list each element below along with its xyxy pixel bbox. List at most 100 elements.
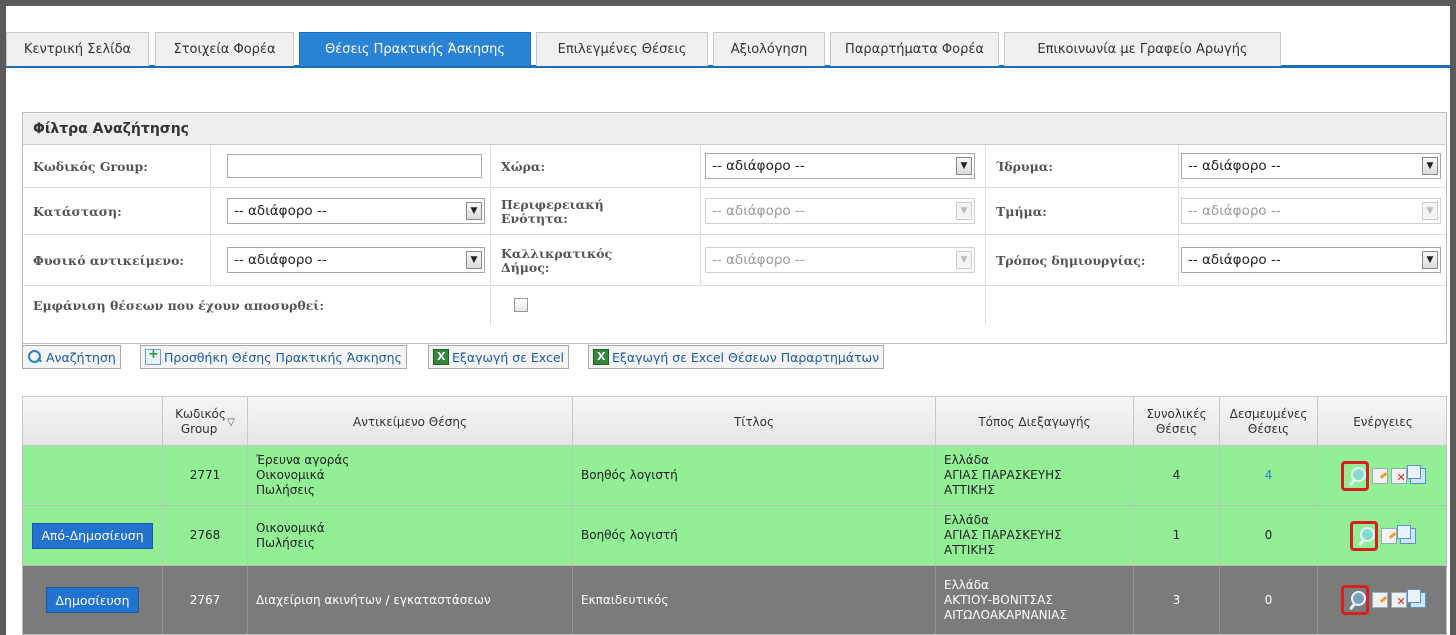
chevron-down-icon: ▼ — [466, 202, 482, 220]
total-cell: 4 — [1134, 446, 1220, 505]
group-code-cell: 2767 — [163, 566, 248, 634]
department-select-value: -- αδιάφορο -- — [1188, 203, 1281, 219]
search-button-label: Αναζήτηση — [46, 349, 116, 365]
department-label: Τμήμα: — [996, 203, 1047, 219]
regional-unit-label: Περιφερειακή Ενότητα: — [501, 196, 604, 226]
subject-cell: Έρευνα αγοράς Οικονομικά Πωλήσεις — [248, 446, 573, 505]
country-select[interactable]: -- αδιάφορο -- ▼ — [705, 153, 975, 179]
institution-select-value: -- αδιάφορο -- — [1188, 158, 1281, 174]
add-icon — [145, 347, 161, 365]
search-button[interactable]: Αναζήτηση — [22, 345, 121, 369]
copy-icon[interactable] — [1397, 524, 1416, 544]
copy-icon[interactable] — [1406, 589, 1426, 608]
header-status — [23, 397, 163, 447]
location-cell: Ελλάδα ΑΓΙΑΣ ΠΑΡΑΣΚΕΥΗΣ ΑΤΤΙΚΗΣ — [936, 446, 1134, 505]
show-withdrawn-checkbox[interactable] — [514, 298, 528, 312]
tab-internship-positions[interactable]: Θέσεις Πρακτικής Άσκησης — [299, 32, 531, 66]
location-cell: Ελλάδα ΑΓΙΑΣ ΠΑΡΑΣΚΕΥΗΣ ΑΤΤΙΚΗΣ — [936, 506, 1134, 565]
tab-organization-branches[interactable]: Παραρτήματα Φορέα — [830, 32, 999, 66]
header-reserved: Δεσμευμένες Θέσεις — [1220, 397, 1318, 447]
subject-cell: Διαχείριση ακινήτων / εγκαταστάσεων — [248, 566, 573, 634]
department-select[interactable]: -- αδιάφορο -- ▼ — [1181, 198, 1441, 224]
group-code-input[interactable] — [227, 154, 482, 178]
view-icon[interactable] — [1340, 460, 1369, 491]
tab-helpdesk-contact[interactable]: Επικοινωνία με Γραφείο Αρωγής — [1004, 32, 1281, 66]
tab-selected-positions[interactable]: Επιλεγμένες Θέσεις — [536, 32, 708, 66]
export-annex-excel-button[interactable]: Εξαγωγή σε Excel Θέσεων Παραρτημάτων — [588, 345, 885, 369]
table-row: Δημοσίευση 2767 Διαχείριση ακινήτων / εγ… — [22, 566, 1447, 635]
institution-select[interactable]: -- αδιάφορο -- ▼ — [1181, 153, 1441, 179]
regional-unit-select[interactable]: -- αδιάφορο -- ▼ — [705, 198, 975, 224]
excel-icon — [593, 349, 609, 365]
unpublish-button[interactable]: Από-Δημοσίευση — [32, 522, 153, 549]
search-filters-panel: Φίλτρα Αναζήτησης Κωδικός Group: Χώρα: -… — [22, 112, 1447, 344]
title-cell: Εκπαιδευτικός — [573, 566, 936, 634]
title-cell: Βοηθός λογιστή — [573, 446, 936, 505]
chevron-down-icon: ▼ — [1422, 251, 1438, 269]
chevron-down-icon: ▼ — [956, 157, 972, 175]
header-subject: Αντικείμενο Θέσης — [248, 397, 573, 447]
status-select[interactable]: -- αδιάφορο -- ▼ — [227, 198, 485, 224]
export-excel-button-label: Εξαγωγή σε Excel — [452, 349, 565, 365]
reserved-cell: 0 — [1220, 566, 1318, 634]
reserved-cell: 0 — [1220, 506, 1318, 565]
delete-icon[interactable] — [1390, 592, 1407, 609]
add-position-button[interactable]: Προσθήκη Θέσης Πρακτικής Άσκησης — [140, 345, 407, 369]
total-cell: 1 — [1134, 506, 1220, 565]
table-row: Από-Δημοσίευση 2768 Οικονομικά Πωλήσεις … — [22, 506, 1447, 566]
reserved-cell[interactable]: 4 — [1220, 446, 1318, 505]
edit-icon[interactable] — [1381, 527, 1397, 544]
status-cell: Δημοσίευση — [23, 566, 163, 634]
main-tabs: Κεντρική Σελίδα Στοιχεία Φορέα Θέσεις Πρ… — [6, 32, 1450, 68]
institution-label: Ίδρυμα: — [996, 158, 1053, 174]
chevron-down-icon: ▼ — [956, 202, 972, 220]
view-icon[interactable] — [1350, 520, 1378, 551]
tab-home[interactable]: Κεντρική Σελίδα — [6, 32, 149, 66]
creation-method-select-value: -- αδιάφορο -- — [1188, 252, 1281, 268]
show-withdrawn-label: Εμφάνιση θέσεων που έχουν αποσυρθεί: — [33, 298, 324, 313]
filter-row: Κωδικός Group: Χώρα: -- αδιάφορο -- ▼ Ίδ… — [23, 146, 1446, 188]
filters-title: Φίλτρα Αναζήτησης — [23, 113, 1446, 145]
status-label: Κατάσταση: — [33, 203, 122, 219]
tab-organization-info[interactable]: Στοιχεία Φορέα — [155, 32, 294, 66]
location-cell: Ελλάδα ΑΚΤΙΟΥ-ΒΟΝΙΤΣΑΣ ΑΙΤΩΛΟΑΚΑΡΝΑΝΙΑΣ — [936, 566, 1134, 634]
filter-row: Φυσικό αντικείμενο: -- αδιάφορο -- ▼ Καλ… — [23, 236, 1446, 286]
total-cell: 3 — [1134, 566, 1220, 634]
title-cell: Βοηθός λογιστή — [573, 506, 936, 565]
tab-evaluation[interactable]: Αξιολόγηση — [713, 32, 825, 66]
table-row: 2771 Έρευνα αγοράς Οικονομικά Πωλήσεις Β… — [22, 446, 1447, 506]
edit-icon[interactable] — [1371, 592, 1388, 608]
physical-object-select[interactable]: -- αδιάφορο -- ▼ — [227, 247, 485, 273]
municipality-select[interactable]: -- αδιάφορο -- ▼ — [705, 247, 975, 273]
sort-desc-icon[interactable]: ▽ — [227, 415, 235, 430]
chevron-down-icon: ▼ — [1422, 202, 1438, 220]
excel-icon — [433, 349, 449, 365]
header-group-code[interactable]: Κωδικός Group ▽ — [163, 397, 248, 447]
copy-icon[interactable] — [1406, 464, 1426, 484]
filter-row: Κατάσταση: -- αδιάφορο -- ▼ Περιφερειακή… — [23, 189, 1446, 235]
filter-row: Εμφάνιση θέσεων που έχουν αποσυρθεί: — [23, 287, 1446, 325]
municipality-select-value: -- αδιάφορο -- — [712, 252, 805, 268]
regional-unit-select-value: -- αδιάφορο -- — [712, 203, 805, 219]
header-total: Συνολικές Θέσεις — [1134, 397, 1220, 447]
creation-method-select[interactable]: -- αδιάφορο -- ▼ — [1181, 247, 1441, 273]
actions-cell — [1318, 446, 1448, 505]
chevron-down-icon: ▼ — [1422, 157, 1438, 175]
group-code-cell: 2771 — [163, 446, 248, 505]
delete-icon[interactable] — [1390, 467, 1407, 485]
export-excel-button[interactable]: Εξαγωγή σε Excel — [428, 345, 570, 369]
add-position-button-label: Προσθήκη Θέσης Πρακτικής Άσκησης — [164, 349, 402, 365]
chevron-down-icon: ▼ — [956, 251, 972, 269]
group-code-label: Κωδικός Group: — [33, 158, 148, 174]
view-icon[interactable] — [1340, 585, 1369, 615]
positions-table: Κωδικός Group ▽ Αντικείμενο Θέσης Τίτλος… — [22, 396, 1447, 635]
search-icon — [27, 349, 43, 365]
creation-method-label: Τρόπος δημιουργίας: — [996, 252, 1146, 268]
group-code-cell: 2768 — [163, 506, 248, 565]
status-select-value: -- αδιάφορο -- — [234, 203, 327, 219]
header-actions: Ενέργειες — [1353, 414, 1413, 429]
header-title: Τίτλος — [573, 397, 936, 447]
chevron-down-icon: ▼ — [466, 251, 482, 269]
edit-icon[interactable] — [1371, 467, 1388, 484]
publish-button[interactable]: Δημοσίευση — [46, 587, 139, 613]
